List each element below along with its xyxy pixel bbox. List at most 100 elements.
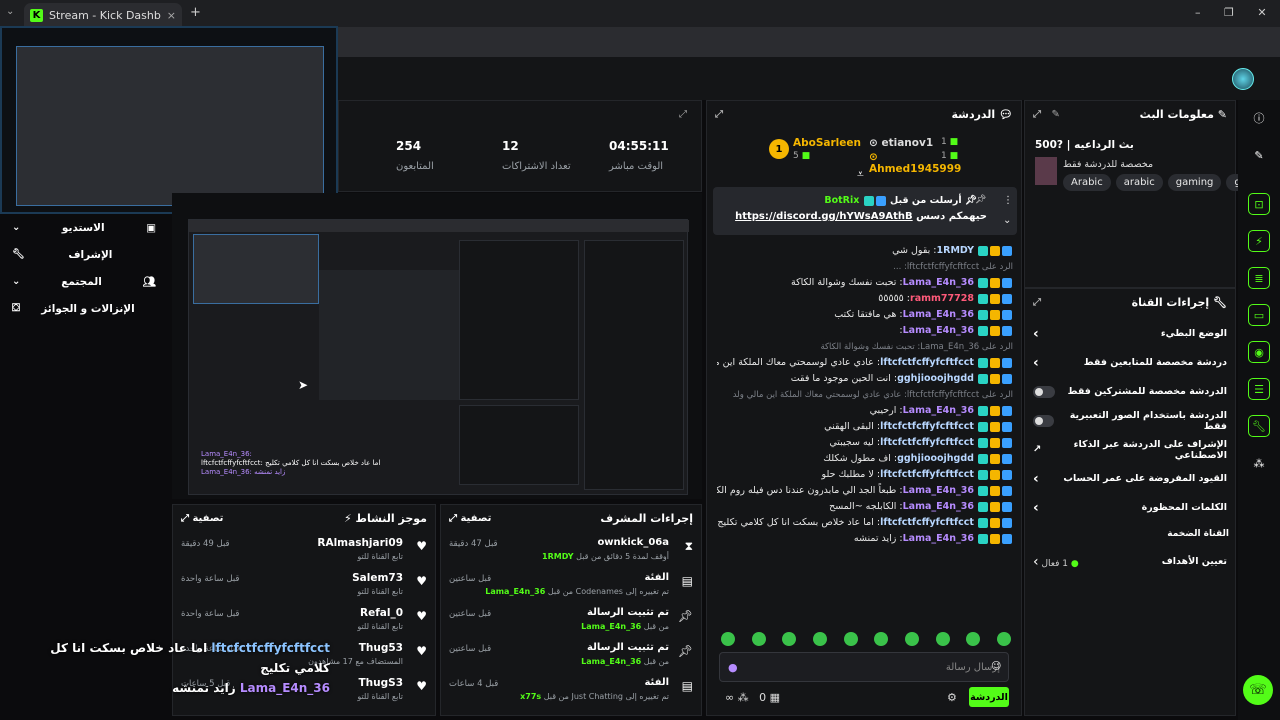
activity-row[interactable]: ♥ Refal_0 تابع القناة للتو قبل ساعة واحد…: [181, 605, 427, 640]
chat-message[interactable]: Lama_E4n_36: هي مافتقا تكتب: [717, 305, 1013, 321]
emote-icon[interactable]: [935, 632, 950, 646]
window-controls[interactable]: – ❐ ✕: [1195, 6, 1267, 19]
modactions-filter[interactable]: تصفية ⤢: [449, 513, 491, 524]
chat-username[interactable]: ramm77728: [910, 293, 974, 304]
chat-message[interactable]: gghjiooojhgdd: اف مطول شكلك: [717, 449, 1013, 465]
emoji-icon[interactable]: ☺: [991, 661, 1001, 672]
chat-message[interactable]: lftcfctfcffyfcftfcct: اما عاد خلاص بسكت …: [717, 513, 1013, 529]
browser-tab[interactable]: K Stream - Kick Dashboard ×: [24, 3, 182, 27]
chat-username[interactable]: Lama_E4n_36: [903, 277, 974, 288]
expand-icon[interactable]: ⤢: [715, 109, 723, 120]
chat-username[interactable]: Lama_E4n_36: [903, 485, 974, 496]
external-link-icon[interactable]: ↗: [1033, 444, 1041, 455]
chat-message[interactable]: ramm77728: ٥٥٥٥٥: [717, 289, 1013, 305]
activity-filter[interactable]: تصفية ⤢: [181, 513, 223, 524]
mod-action-row[interactable]: ▤ الفئة تم تغييره إلى Just Chatting من ق…: [449, 675, 693, 710]
chat-username[interactable]: lftcfctfcffyfcftfcct: [880, 469, 974, 480]
chat-username[interactable]: lftcfctfcffyfcftfcct: [880, 517, 974, 528]
chat-message[interactable]: lftcfctfcffyfcftfcct: عادي عادي لوسمحتي …: [717, 353, 1013, 369]
tag[interactable]: Arabic: [1063, 174, 1111, 191]
activity-user[interactable]: RAlmashjari09: [317, 537, 403, 549]
activity-user[interactable]: Thug53: [359, 642, 403, 654]
tab-close-icon[interactable]: ×: [167, 9, 176, 22]
channel-action-row[interactable]: الدردشة مخصصة للمشتركين فقط: [1025, 377, 1235, 406]
chat-message[interactable]: lftcfctfcffyfcftfcct: لا مطلبك حلو: [717, 465, 1013, 481]
expand-icon[interactable]: ⤢: [679, 109, 687, 120]
tab-search-icon[interactable]: ⌄: [6, 6, 20, 20]
toggle-switch[interactable]: [1033, 414, 1054, 427]
mod-action-row[interactable]: ⧗ ownkick_06a أوقف لمدة 5 دقائق من قبل 1…: [449, 535, 693, 570]
chat-message[interactable]: lftcfctfcffyfcftfcct: ليه سجيبتي: [717, 433, 1013, 449]
emote-icon[interactable]: [751, 632, 766, 646]
chat-username[interactable]: Lama_E4n_36: [903, 501, 974, 512]
gifter-name[interactable]: AboSarleen: [793, 137, 861, 149]
mod-action-user[interactable]: x77s: [520, 692, 541, 701]
pinned-link[interactable]: https://discord.gg/hYWsA9AthB: [735, 211, 913, 222]
chat-username[interactable]: Lama_E4n_36: [903, 533, 974, 544]
mod-action-user[interactable]: 1RMDY: [542, 552, 574, 561]
channel-action-row[interactable]: دردشة مخصصة للمتابعين فقط ›: [1025, 348, 1235, 377]
mod-action-row[interactable]: ▤ الفئة تم تغييره إلى Codenames من قبل L…: [449, 570, 693, 605]
chat-message[interactable]: Lama_E4n_36:: [717, 321, 1013, 337]
expand-icon[interactable]: ⤢: [1033, 297, 1041, 308]
community-icon[interactable]: ⁂: [1248, 452, 1270, 474]
activity-user[interactable]: ThugS3: [359, 677, 404, 689]
stream-info-actions[interactable]: ⤢ ✎: [1033, 109, 1060, 120]
emote-icon[interactable]: [874, 632, 889, 646]
collapse-icon[interactable]: ⩡: [857, 167, 864, 182]
nav-moderation[interactable]: 🔧︎ الإشراف: [0, 241, 172, 268]
toggle-switch[interactable]: [1033, 385, 1055, 398]
chat-settings-icon[interactable]: ⚙: [947, 691, 957, 704]
nav-drops[interactable]: ⛋ الإنزالات و الجوائز: [0, 295, 172, 322]
chat-message[interactable]: Lama_E4n_36: الكابلجه ~المسح: [717, 497, 1013, 513]
channel-action-row[interactable]: القيود المفروضة على عمر الحساب ›: [1025, 464, 1235, 493]
channel-action-row[interactable]: الدردشة باستخدام الصور التعبيرية فقط: [1025, 406, 1235, 435]
emote-icon[interactable]: [782, 632, 797, 646]
wrench-icon[interactable]: 🔧︎: [1248, 415, 1270, 437]
mod-action-row[interactable]: 📌︎ تم تثبيت الرسالة من قبل Lama_E4n_36 ق…: [449, 605, 693, 640]
chat-points[interactable]: ∞ ⁂ 0 ▦: [725, 691, 780, 704]
goals-row[interactable]: تعيين الأهداف ● 1 فعال ›: [1025, 547, 1235, 576]
chevron-down-icon[interactable]: ⌄: [1003, 215, 1011, 226]
gifter-2[interactable]: ⊙ etianov1: [869, 137, 933, 149]
chat-icon[interactable]: ▭: [1248, 304, 1270, 326]
channel-action-row[interactable]: الوضع البطيء ›: [1025, 319, 1235, 348]
chat-input[interactable]: إرسال رسالة ●: [719, 652, 1009, 682]
tag[interactable]: arabic: [1115, 174, 1163, 191]
chat-username[interactable]: lftcfctfcffyfcftfcct: [880, 437, 974, 448]
chat-message[interactable]: gghjiooojhgdd: انت الحين موجود ما فقت: [717, 369, 1013, 385]
mod-action-user[interactable]: Lama_E4n_36: [485, 587, 545, 596]
emote-icon[interactable]: [843, 632, 858, 646]
chat-username[interactable]: Lama_E4n_36: [903, 309, 974, 320]
activity-row[interactable]: ♥ RAlmashjari09 تابع القناة للتو قبل 49 …: [181, 535, 427, 570]
chat-message[interactable]: 1RMDY: بقول شي: [717, 241, 1013, 257]
info-icon[interactable]: ⓘ: [1248, 107, 1270, 129]
mod-action-user[interactable]: Lama_E4n_36: [581, 657, 641, 666]
mod-action-row[interactable]: 📌︎ تم تثبيت الرسالة من قبل Lama_E4n_36 ق…: [449, 640, 693, 675]
chat-message[interactable]: Lama_E4n_36: طبعاً الجد الي مابدرون عندن…: [717, 481, 1013, 497]
pinned-sender[interactable]: BotRix: [824, 195, 859, 206]
activity-user[interactable]: Refal_0: [360, 607, 403, 619]
more-icon[interactable]: ⋮: [1003, 195, 1013, 206]
stream-preview[interactable]: ♥: [0, 26, 338, 214]
nav-studio[interactable]: ⌄ الاستديو ▣: [0, 214, 172, 241]
new-tab-button[interactable]: +: [190, 5, 201, 20]
edit-icon[interactable]: ✎: [1248, 144, 1270, 166]
tag[interactable]: gaming: [1167, 174, 1222, 191]
chat-username[interactable]: Lama_E4n_36: [903, 405, 974, 416]
list-icon[interactable]: ≣: [1248, 267, 1270, 289]
nav-community[interactable]: ⌄ المجتمع 👥︎: [0, 268, 172, 295]
emote-icon[interactable]: [996, 632, 1011, 646]
channel-action-row[interactable]: الإشراف على الدردشة عبر الذكاء الاصطناعي…: [1025, 435, 1235, 464]
layout-icon[interactable]: ☰: [1248, 378, 1270, 400]
user-avatar[interactable]: [1232, 68, 1254, 90]
mic-icon[interactable]: ●: [728, 661, 738, 674]
chat-username[interactable]: gghjiooojhgdd: [897, 453, 974, 464]
pin-toggle-icon[interactable]: 📌︎: [975, 195, 986, 205]
chat-message[interactable]: lftcfctfcffyfcftfcct: البقى الهقني: [717, 417, 1013, 433]
channel-action-row[interactable]: الكلمات المحظورة ›: [1025, 493, 1235, 522]
emote-icon[interactable]: [812, 632, 827, 646]
activity-user[interactable]: Salem73: [352, 572, 403, 584]
chat-message[interactable]: Lama_E4n_36: تحبت نفسك وشوالة الكاكة: [717, 273, 1013, 289]
mod-action-user[interactable]: Lama_E4n_36: [581, 622, 641, 631]
